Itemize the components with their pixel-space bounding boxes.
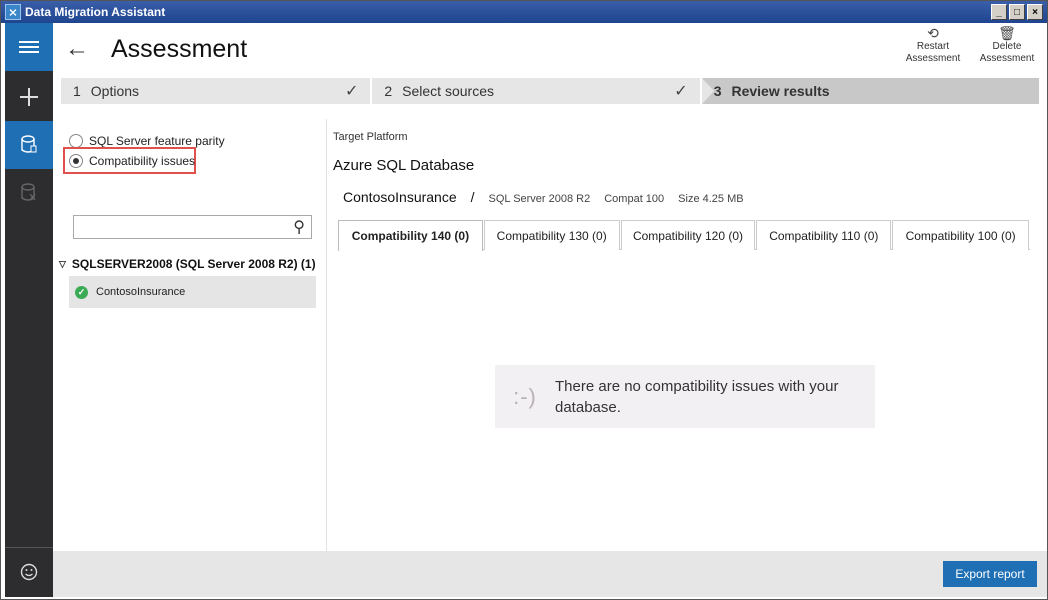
close-button[interactable]: × bbox=[1027, 4, 1043, 20]
page-header: ← Assessment ⟲ Restart Assessment 🗑 Dele… bbox=[53, 23, 1047, 77]
app-window: ⨯ Data Migration Assistant _ □ × ← Asses… bbox=[0, 0, 1048, 600]
database-size: Size 4.25 MB bbox=[678, 193, 744, 205]
step-options[interactable]: 1 Options ✓ bbox=[61, 78, 385, 104]
checkmark-icon: ✓ bbox=[674, 83, 688, 100]
step-label: Review results bbox=[731, 83, 830, 99]
server-version: SQL Server 2008 R2 bbox=[488, 193, 591, 205]
database-name: ContosoInsurance bbox=[343, 189, 457, 205]
smiley-icon bbox=[20, 563, 38, 580]
menu-button[interactable] bbox=[5, 23, 53, 71]
search-field[interactable]: ⚲ bbox=[73, 215, 312, 239]
empty-state-text: There are no compatibility issues with y… bbox=[555, 377, 839, 416]
tab-compat-120[interactable]: Compatibility 120 (0) bbox=[620, 220, 756, 250]
search-input[interactable] bbox=[78, 217, 278, 237]
plus-icon bbox=[20, 88, 38, 106]
radio-compatibility-issues[interactable] bbox=[69, 154, 83, 168]
menu-icon bbox=[19, 41, 39, 53]
option-compatibility-issues[interactable]: Compatibility issues bbox=[69, 154, 195, 168]
delete-label-2: Assessment bbox=[979, 53, 1035, 64]
database-delete-icon bbox=[21, 183, 36, 201]
step-number: 1 bbox=[73, 83, 81, 99]
option-label: Compatibility issues bbox=[89, 154, 196, 168]
results-tree-panel: SQL Server feature parity Compatibility … bbox=[53, 119, 327, 551]
database-icon bbox=[21, 135, 37, 153]
minimize-button[interactable]: _ bbox=[991, 4, 1007, 20]
page-title: Assessment bbox=[111, 35, 248, 63]
export-report-button[interactable]: Export report bbox=[943, 561, 1037, 587]
tab-compat-110[interactable]: Compatibility 110 (0) bbox=[756, 220, 892, 250]
target-platform-label: Target Platform bbox=[333, 131, 408, 143]
breadcrumb-separator: / bbox=[470, 189, 475, 205]
search-icon[interactable]: ⚲ bbox=[293, 217, 305, 237]
tab-compat-140[interactable]: Compatibility 140 (0) bbox=[338, 220, 483, 251]
step-number: 3 bbox=[713, 83, 722, 99]
main-content: ← Assessment ⟲ Restart Assessment 🗑 Dele… bbox=[53, 23, 1047, 597]
step-chevron bbox=[372, 78, 385, 104]
window-title: Data Migration Assistant bbox=[25, 5, 166, 19]
restart-label-2: Assessment bbox=[905, 53, 961, 64]
app-logo-icon: ⨯ bbox=[5, 4, 21, 20]
tab-compat-100[interactable]: Compatibility 100 (0) bbox=[892, 220, 1029, 250]
new-project-button[interactable] bbox=[5, 73, 53, 121]
trash-icon: 🗑 bbox=[998, 25, 1016, 41]
server-tree-node[interactable]: ▽ SQLSERVER2008 (SQL Server 2008 R2) (1) bbox=[59, 257, 316, 271]
collapse-triangle-icon[interactable]: ▽ bbox=[59, 259, 66, 270]
empty-state-message: :-) There are no compatibility issues wi… bbox=[495, 365, 875, 428]
title-bar: ⨯ Data Migration Assistant _ □ × bbox=[1, 1, 1047, 23]
step-select-sources[interactable]: 2 Select sources ✓ bbox=[372, 78, 714, 104]
radio-feature-parity[interactable] bbox=[69, 134, 83, 148]
check-circle-icon: ✓ bbox=[75, 285, 88, 299]
feedback-button[interactable] bbox=[5, 547, 53, 595]
compatibility-tabs: Compatibility 140 (0) Compatibility 130 … bbox=[338, 220, 1030, 251]
step-label: Options bbox=[90, 83, 140, 99]
option-feature-parity[interactable]: SQL Server feature parity bbox=[69, 134, 225, 148]
window-controls: _ □ × bbox=[991, 4, 1043, 20]
neutral-face-icon: :-) bbox=[513, 383, 537, 409]
restart-icon: ⟲ bbox=[927, 25, 939, 41]
maximize-button[interactable]: □ bbox=[1009, 4, 1025, 20]
restart-label-1: Restart bbox=[916, 41, 950, 52]
database-breadcrumb: ContosoInsurance / SQL Server 2008 R2 Co… bbox=[343, 189, 758, 205]
migration-nav-button[interactable] bbox=[5, 169, 53, 217]
tab-compat-130[interactable]: Compatibility 130 (0) bbox=[483, 220, 620, 250]
restart-assessment-button[interactable]: ⟲ Restart Assessment bbox=[901, 25, 965, 65]
database-label: ContosoInsurance bbox=[96, 286, 186, 298]
delete-assessment-button[interactable]: 🗑 Delete Assessment bbox=[975, 25, 1039, 65]
server-label: SQLSERVER2008 (SQL Server 2008 R2) (1) bbox=[71, 257, 316, 271]
wizard-steps: 1 Options ✓ 2 Select sources ✓ 3 Review … bbox=[61, 78, 1039, 104]
target-platform-value: Azure SQL Database bbox=[333, 157, 475, 174]
checkmark-icon: ✓ bbox=[344, 83, 359, 100]
step-label: Select sources bbox=[402, 83, 494, 99]
delete-label-1: Delete bbox=[992, 41, 1022, 52]
back-arrow-icon[interactable]: ← bbox=[65, 35, 89, 63]
assessment-nav-button[interactable] bbox=[5, 121, 53, 169]
footer-bar: Export report bbox=[53, 551, 1047, 597]
left-nav bbox=[5, 23, 53, 597]
step-number: 2 bbox=[384, 83, 393, 99]
step-review-results[interactable]: 3 Review results bbox=[701, 78, 1039, 104]
compat-level: Compat 100 bbox=[604, 193, 665, 205]
step-chevron bbox=[701, 78, 714, 104]
database-tree-item[interactable]: ✓ ContosoInsurance bbox=[69, 276, 316, 308]
option-label: SQL Server feature parity bbox=[89, 134, 225, 148]
